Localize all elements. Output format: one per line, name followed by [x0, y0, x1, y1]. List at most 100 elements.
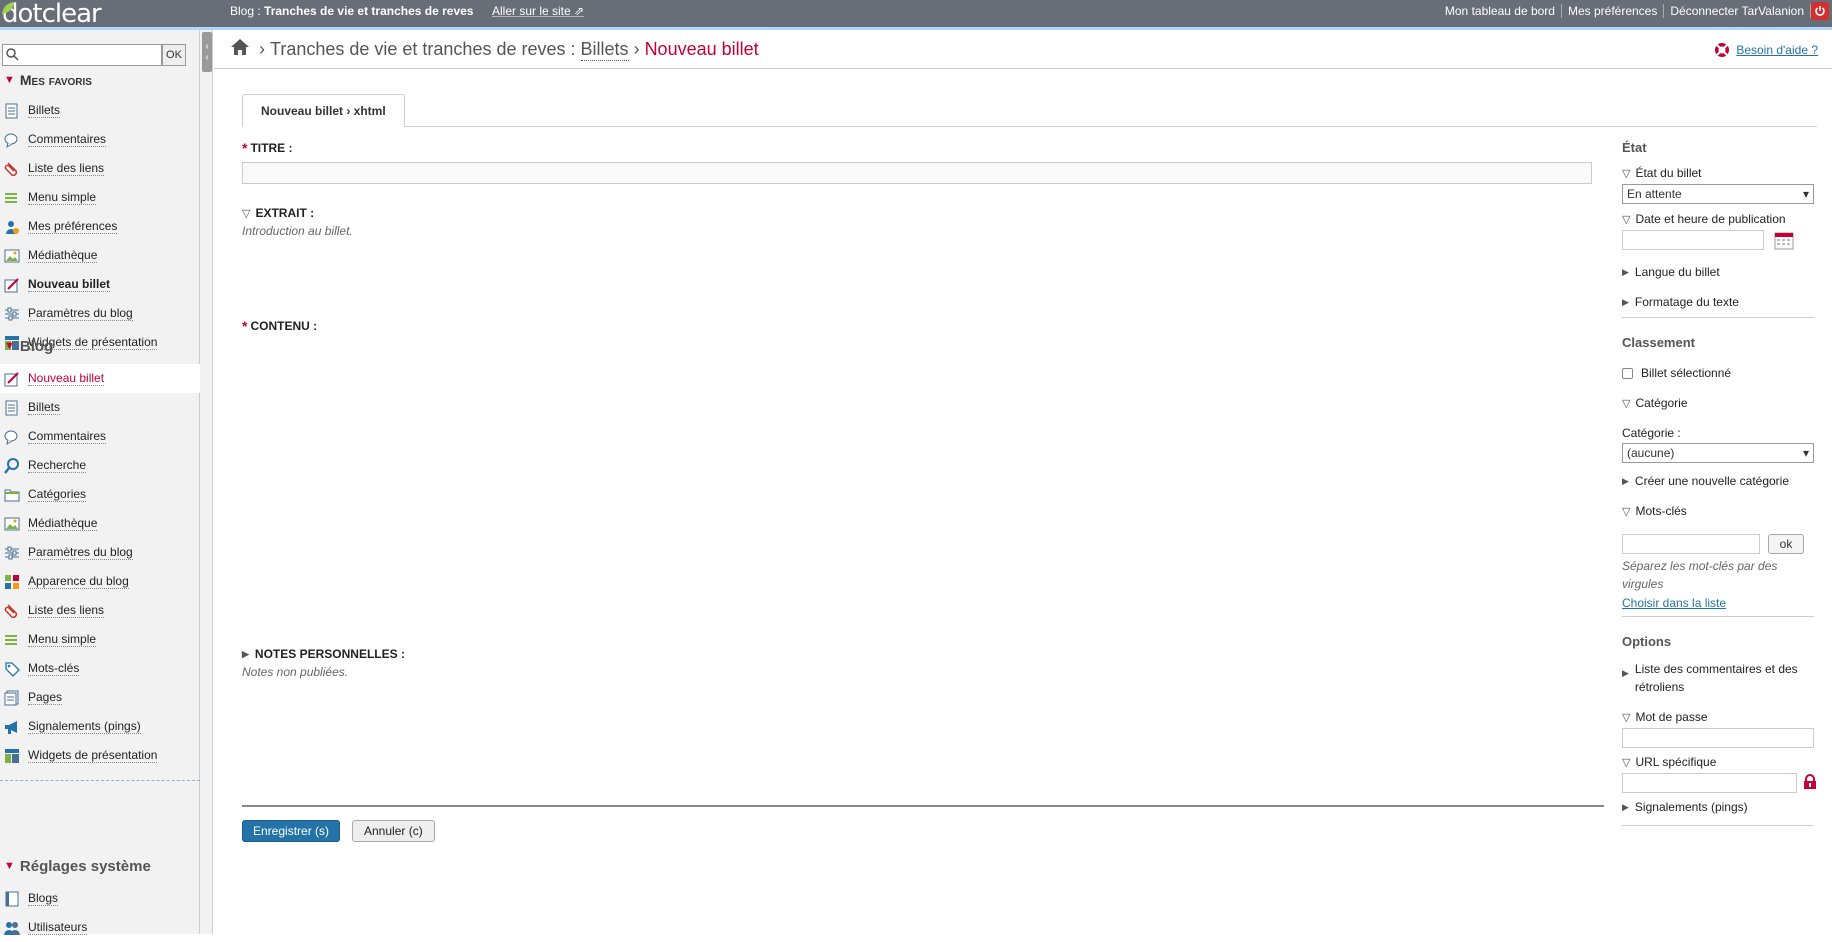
search-ok-button[interactable]: OK — [162, 44, 186, 66]
excerpt-toggle[interactable]: ▽ Extrait : — [242, 206, 1604, 220]
post-state-toggle[interactable]: ▽ État du billet — [1622, 166, 1702, 180]
fav-item-commentaires[interactable]: Commentaires — [0, 125, 200, 154]
pings-toggle[interactable]: ▶ Signalements (pings) — [1622, 800, 1748, 814]
top-bar: dotclear Blog : Tranches de vie et tranc… — [0, 0, 1832, 30]
comments-list-toggle[interactable]: ▶ Liste des commentaires et des rétrolien… — [1622, 660, 1817, 696]
url-input[interactable] — [1622, 773, 1797, 793]
main-content: › Tranches de vie et tranches de reves :… — [214, 30, 1832, 934]
tab-new-post[interactable]: Nouveau billet › xhtml — [242, 94, 405, 127]
new-post-icon — [4, 277, 20, 293]
expanded-triangle-icon: ▽ — [242, 207, 251, 220]
sidebar-divider — [0, 780, 200, 781]
expanded-triangle-icon: ▽ — [1622, 167, 1631, 180]
dropdown-arrow-icon: ▾ — [1802, 446, 1809, 460]
visit-site-link[interactable]: Aller sur le site ⇗ — [492, 0, 584, 22]
blog-item-mots-cles[interactable]: Mots-clés — [0, 654, 200, 683]
blog-item-parametres[interactable]: Paramètres du blog — [0, 538, 200, 567]
category-toggle[interactable]: ▽ Catégorie — [1622, 396, 1688, 410]
calendar-icon[interactable] — [1774, 230, 1794, 253]
lang-toggle[interactable]: ▶ Langue du billet — [1622, 265, 1720, 279]
lock-icon[interactable] — [1803, 774, 1817, 793]
blog-item-pages[interactable]: Pages — [0, 683, 200, 712]
collapse-triangle-icon: ▼ — [4, 74, 15, 86]
fav-item-parametres[interactable]: Paramètres du blog — [0, 299, 200, 328]
notes-toggle[interactable]: ▶ Notes personnelles : — [242, 647, 1604, 661]
posts-icon — [4, 400, 20, 416]
selected-post-option[interactable]: Billet sélectionné — [1622, 366, 1731, 380]
tags-toggle[interactable]: ▽ Mots-clés — [1622, 504, 1687, 518]
system-section: ▼ Réglages système Blogs Utilisateurs — [0, 856, 200, 942]
blog-item-mediatheque[interactable]: Médiathèque — [0, 509, 200, 538]
megaphone-icon — [4, 719, 20, 735]
excerpt-editor[interactable] — [242, 238, 1604, 318]
fav-item-menu-simple[interactable]: Menu simple — [0, 183, 200, 212]
collapse-sidebar-button[interactable]: ‹ ‹ — [202, 32, 212, 72]
category-select[interactable]: (aucune) ▾ — [1622, 443, 1814, 463]
collapsed-triangle-icon: ▶ — [1622, 475, 1629, 486]
content-editor[interactable] — [242, 334, 1604, 647]
preferences-link[interactable]: Mes préférences — [1562, 4, 1665, 18]
folder-icon — [4, 487, 20, 503]
breadcrumb-billets[interactable]: Billets — [580, 39, 629, 61]
blog-item-liens[interactable]: Liste des liens — [0, 596, 200, 625]
pub-date-input[interactable] — [1622, 230, 1764, 250]
blog-item-commentaires[interactable]: Commentaires — [0, 422, 200, 451]
settings-icon — [4, 306, 20, 322]
media-icon — [4, 516, 20, 532]
system-item-blogs[interactable]: Blogs — [0, 884, 200, 913]
save-button[interactable]: Enregistrer (s) — [242, 820, 341, 842]
system-item-users[interactable]: Utilisateurs — [0, 913, 200, 942]
fav-item-billets[interactable]: Billets — [0, 96, 200, 125]
title-input[interactable] — [242, 162, 1592, 184]
blog-item-billets[interactable]: Billets — [0, 393, 200, 422]
format-toggle[interactable]: ▶ Formatage du texte — [1622, 295, 1739, 309]
tags-input[interactable] — [1622, 534, 1760, 554]
fav-item-nouveau-billet[interactable]: Nouveau billet — [0, 270, 200, 299]
dotclear-logo[interactable]: dotclear — [2, 0, 102, 28]
menu-search: OK — [2, 44, 186, 66]
new-category-toggle[interactable]: ▶ Créer une nouvelle catégorie — [1622, 474, 1789, 488]
fav-item-mediatheque[interactable]: Médiathèque — [0, 241, 200, 270]
search-input[interactable] — [21, 45, 161, 65]
dashboard-link[interactable]: Mon tableau de bord — [1439, 4, 1562, 18]
help-link[interactable]: Besoin d'aide ? — [1714, 42, 1818, 58]
selected-checkbox[interactable] — [1622, 367, 1633, 379]
favorites-title[interactable]: ▼ Mes favoris — [0, 70, 200, 90]
post-state-select[interactable]: En attente ▾ — [1622, 184, 1814, 204]
blog-title[interactable]: ▼ Blog — [0, 336, 200, 356]
required-asterisk: * — [242, 318, 248, 334]
notes-hint: Notes non publiées. — [242, 665, 349, 679]
lifebuoy-icon — [1715, 43, 1730, 57]
power-icon[interactable] — [1811, 2, 1829, 20]
fav-item-preferences[interactable]: Mes préférences — [0, 212, 200, 241]
pub-date-toggle[interactable]: ▽ Date et heure de publication — [1622, 212, 1786, 226]
breadcrumb: › Tranches de vie et tranches de reves :… — [230, 38, 759, 61]
search-field[interactable] — [2, 44, 162, 66]
blog-item-menu-simple[interactable]: Menu simple — [0, 625, 200, 654]
blog-item-pings[interactable]: Signalements (pings) — [0, 712, 200, 741]
home-icon[interactable] — [230, 38, 250, 61]
password-input[interactable] — [1622, 728, 1814, 748]
tags-hint: Séparez les mot-clés par des virgules — [1622, 559, 1778, 591]
cancel-button[interactable]: Annuler (c) — [352, 820, 435, 842]
fav-item-liens[interactable]: Liste des liens — [0, 154, 200, 183]
tags-ok-button[interactable]: ok — [1768, 534, 1804, 554]
theme-icon — [4, 574, 20, 590]
content-label: * Contenu : — [242, 318, 318, 334]
url-toggle[interactable]: ▽ URL spécifique — [1622, 755, 1716, 769]
tab-bar: Nouveau billet › xhtml — [242, 94, 1817, 127]
choose-list-link[interactable]: Choisir dans la liste — [1622, 596, 1726, 610]
blog-item-apparence[interactable]: Apparence du blog — [0, 567, 200, 596]
links-icon — [4, 603, 20, 619]
system-title[interactable]: ▼ Réglages système — [0, 856, 200, 876]
settings-icon — [4, 545, 20, 561]
blog-item-widgets[interactable]: Widgets de présentation — [0, 741, 200, 770]
excerpt-hint: Introduction au billet. — [242, 224, 353, 238]
blog-item-nouveau-billet[interactable]: Nouveau billet — [0, 364, 200, 393]
logout-link[interactable]: Déconnecter TarValanion — [1664, 4, 1811, 18]
blog-item-categories[interactable]: Catégories — [0, 480, 200, 509]
password-toggle[interactable]: ▽ Mot de passe — [1622, 710, 1708, 724]
user-menu: Mon tableau de bord Mes préférences Déco… — [1439, 0, 1832, 22]
blog-item-recherche[interactable]: Recherche — [0, 451, 200, 480]
current-blog: Blog : Tranches de vie et tranches de re… — [230, 4, 474, 18]
